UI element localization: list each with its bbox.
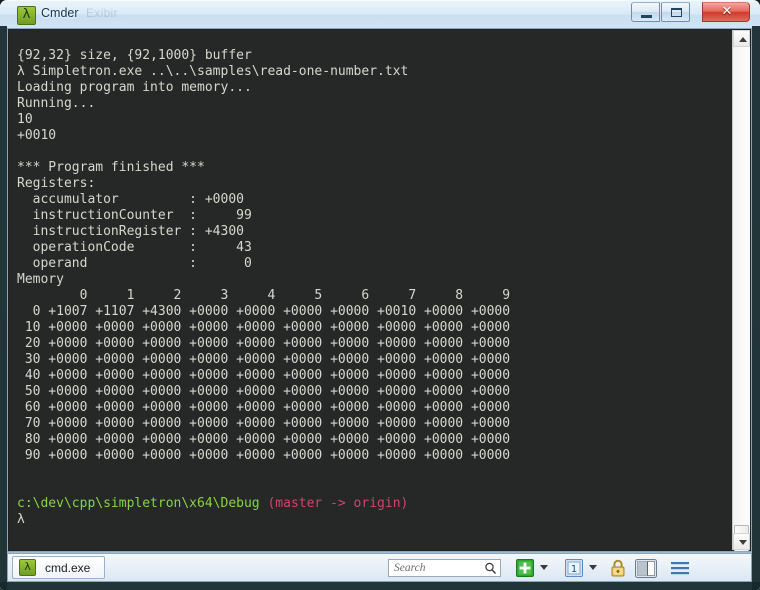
new-console-button[interactable] — [516, 559, 534, 577]
minimize-button[interactable] — [631, 2, 660, 22]
scrollbar-track[interactable] — [733, 47, 750, 551]
new-console-dropdown[interactable] — [540, 565, 548, 570]
window-frame-right — [752, 26, 760, 590]
active-console-dropdown[interactable] — [589, 565, 597, 570]
menu-button[interactable] — [671, 561, 689, 575]
minimize-icon — [641, 15, 652, 18]
lambda-icon: λ — [19, 559, 36, 576]
window-frame-left — [0, 26, 7, 590]
tab-label: cmd.exe — [45, 560, 91, 575]
window-frame-bottom — [0, 582, 760, 590]
terminal-output[interactable]: {92,32} size, {92,1000} buffer λ Simplet… — [9, 30, 733, 550]
console-client-area: {92,32} size, {92,1000} buffer λ Simplet… — [7, 28, 752, 552]
cmder-window: Exibir λ Cmder ✕ {92,32} size, {92,1000}… — [0, 0, 760, 590]
scroll-down-arrow-icon[interactable] — [733, 533, 750, 550]
one-icon: 1 — [565, 559, 583, 577]
window-title: Cmder — [41, 6, 79, 20]
scroll-up-arrow-icon[interactable] — [733, 30, 750, 47]
lock-icon — [611, 559, 625, 577]
close-button[interactable]: ✕ — [702, 2, 750, 22]
search-icon — [485, 562, 497, 574]
lock-button[interactable] — [610, 559, 626, 578]
console-scrollbar[interactable] — [732, 30, 750, 551]
status-bar: λ cmd.exe Search 1 — [7, 553, 752, 582]
lambda-icon: λ — [17, 6, 36, 25]
maximize-button[interactable] — [661, 2, 690, 22]
split-pane-icon — [635, 559, 657, 578]
search-input[interactable]: Search — [388, 559, 501, 577]
tab-cmd-exe[interactable]: λ cmd.exe — [12, 556, 106, 579]
svg-text:1: 1 — [571, 564, 577, 575]
hamburger-menu-icon — [671, 562, 689, 575]
close-icon: ✕ — [721, 4, 733, 19]
split-pane-button[interactable] — [635, 559, 657, 578]
search-placeholder: Search — [394, 562, 426, 574]
terminal-text: {92,32} size, {92,1000} buffer λ Simplet… — [17, 48, 511, 527]
plus-icon — [516, 559, 534, 577]
restore-icon — [671, 8, 682, 17]
active-console-button[interactable]: 1 — [565, 559, 583, 577]
ghost-title-text: Exibir — [86, 6, 118, 20]
title-bar[interactable]: Exibir λ Cmder ✕ — [0, 0, 760, 29]
